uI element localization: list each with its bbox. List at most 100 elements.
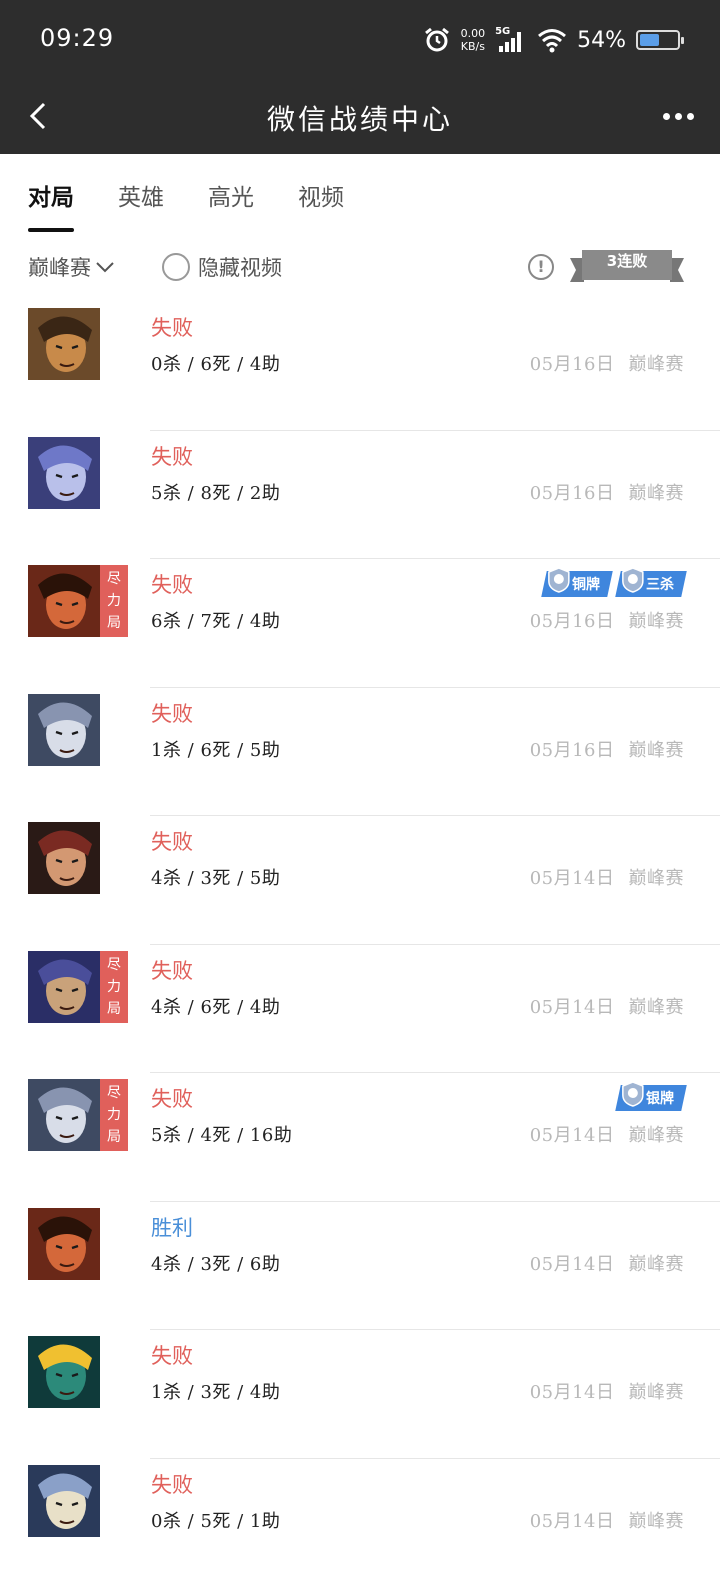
match-mode: 巅峰赛 [628, 739, 684, 761]
match-meta: 05月14日 巅峰赛 [530, 864, 684, 890]
match-kda: 6杀 / 7死 / 4助 [151, 611, 281, 632]
hero-avatar [28, 308, 100, 380]
hero-portrait-icon [28, 822, 100, 894]
match-result: 失败 [151, 573, 193, 597]
match-row[interactable]: 胜利 4杀 / 3死 / 6助 05月14日 巅峰赛 [0, 1202, 720, 1330]
hero-avatar [28, 565, 100, 637]
hero-portrait-icon [28, 693, 100, 766]
match-kda: 1杀 / 6死 / 5助 [151, 739, 281, 761]
match-result: 失败 [151, 701, 193, 726]
mode-dropdown-label: 巅峰赛 [28, 256, 91, 280]
match-date: 05月14日 [529, 1510, 615, 1532]
match-meta: 05月16日 巅峰赛 [530, 350, 684, 376]
tab-matches[interactable]: 对局 [28, 170, 74, 232]
honor-badge: 铜牌 [541, 567, 613, 597]
match-result: 失败 [151, 1344, 193, 1368]
match-mode: 巅峰赛 [628, 868, 684, 889]
streak-ribbon: 3连败 [570, 246, 684, 288]
match-kda: 0杀 / 6死 / 4助 [151, 354, 281, 375]
match-row[interactable]: 尽力局失败 6杀 / 7死 / 4助 铜牌 三杀 05月16日 巅峰赛 [0, 559, 720, 688]
hero-avatar [28, 1079, 100, 1151]
badge-label: 铜牌 [572, 577, 600, 593]
match-meta: 05月14日 巅峰赛 [530, 1378, 684, 1404]
effort-tag: 尽力局 [100, 565, 128, 637]
net-speed: 0.00 KB/s [461, 27, 486, 53]
tab-bar: 对局 英雄 高光 视频 [28, 170, 344, 232]
match-result: 失败 [151, 1472, 193, 1497]
match-meta: 05月14日 巅峰赛 [530, 1507, 684, 1533]
match-date: 05月14日 [529, 996, 615, 1018]
radio-icon[interactable] [162, 253, 190, 281]
net-speed-unit: KB/s [460, 40, 485, 53]
match-date: 05月14日 [529, 1382, 615, 1403]
wifi-icon [538, 29, 567, 53]
info-icon[interactable]: ! [528, 254, 554, 280]
hero-portrait-icon [28, 1336, 100, 1408]
match-row[interactable]: 失败 1杀 / 6死 / 5助 05月16日 巅峰赛 [0, 688, 720, 816]
hide-video-toggle[interactable]: 隐藏视频 [162, 252, 282, 282]
hide-video-label: 隐藏视频 [198, 256, 282, 280]
hero-portrait-icon [28, 1464, 100, 1537]
match-result: 胜利 [151, 1215, 193, 1240]
filter-row: 巅峰赛 隐藏视频 ! 3连败 [28, 246, 692, 288]
badge-list: 银牌 [615, 1081, 687, 1111]
tab-heroes[interactable]: 英雄 [118, 170, 164, 232]
hero-portrait-icon [28, 1207, 100, 1280]
tab-videos[interactable]: 视频 [298, 170, 344, 232]
match-date: 05月16日 [529, 611, 615, 632]
match-row[interactable]: 失败 5杀 / 8死 / 2助 05月16日 巅峰赛 [0, 431, 720, 559]
mode-dropdown[interactable]: 巅峰赛 [28, 252, 115, 282]
effort-tag-char: 局 [107, 1000, 121, 1017]
effort-tag-char: 力 [107, 593, 121, 609]
chevron-down-icon [96, 262, 114, 273]
hero-portrait-icon [28, 1079, 100, 1151]
status-time: 09:29 [40, 24, 115, 52]
effort-tag-char: 局 [107, 615, 121, 631]
match-row[interactable]: 失败 0杀 / 5死 / 1助 05月14日 巅峰赛 [0, 1459, 720, 1584]
match-date: 05月16日 [529, 739, 615, 761]
tab-highlights[interactable]: 高光 [208, 170, 254, 232]
hero-avatar [28, 436, 100, 509]
alarm-icon [424, 27, 449, 52]
match-mode: 巅峰赛 [628, 1125, 684, 1146]
hero-avatar [28, 1207, 100, 1280]
match-date: 05月16日 [529, 354, 615, 375]
match-row[interactable]: 尽力局失败 4杀 / 6死 / 4助 05月14日 巅峰赛 [0, 945, 720, 1073]
match-row[interactable]: 失败 4杀 / 3死 / 5助 05月14日 巅峰赛 [0, 816, 720, 945]
medal-icon [622, 567, 644, 593]
match-kda: 4杀 / 6死 / 4助 [151, 996, 281, 1018]
match-meta: 05月16日 巅峰赛 [530, 479, 684, 505]
match-row[interactable]: 失败 0杀 / 6死 / 4助 05月16日 巅峰赛 [0, 302, 720, 431]
match-row[interactable]: 失败 1杀 / 3死 / 4助 05月14日 巅峰赛 [0, 1330, 720, 1459]
match-meta: 05月16日 巅峰赛 [530, 607, 684, 633]
hero-portrait-icon [28, 565, 100, 637]
honor-badge: 银牌 [615, 1081, 687, 1111]
net-speed-value: 0.00 [460, 27, 486, 40]
match-meta: 05月14日 巅峰赛 [530, 1250, 684, 1276]
battery-fill [640, 34, 660, 46]
match-mode: 巅峰赛 [628, 1253, 684, 1275]
effort-tag-char: 力 [107, 978, 121, 995]
effort-tag-char: 力 [107, 1107, 121, 1123]
medal-icon [548, 567, 570, 593]
effort-tag-char: 尽 [107, 571, 121, 587]
hero-avatar [28, 693, 100, 766]
match-result: 失败 [151, 1087, 193, 1111]
hero-avatar [28, 950, 100, 1023]
status-icons: 0.00 KB/s 5G 54% [423, 22, 684, 58]
more-button[interactable] [658, 100, 698, 132]
match-date: 05月14日 [529, 1253, 615, 1275]
medal-icon [622, 1081, 644, 1107]
honor-badge: 三杀 [615, 567, 687, 597]
match-mode: 巅峰赛 [628, 996, 684, 1018]
match-result: 失败 [151, 444, 193, 469]
match-date: 05月14日 [529, 868, 615, 889]
match-row[interactable]: 尽力局失败 5杀 / 4死 / 16助 银牌 05月14日 巅峰赛 [0, 1073, 720, 1202]
effort-tag-char: 局 [107, 1129, 121, 1145]
match-list: 失败 0杀 / 6死 / 4助 05月16日 巅峰赛 失败 5杀 / 8死 / 2助… [0, 302, 720, 1584]
match-meta: 05月14日 巅峰赛 [530, 1121, 684, 1147]
match-result: 失败 [151, 316, 193, 340]
effort-tag: 尽力局 [100, 1079, 128, 1151]
page-title: 微信战绩中心 [266, 103, 453, 136]
match-kda: 1杀 / 3死 / 4助 [151, 1382, 281, 1403]
